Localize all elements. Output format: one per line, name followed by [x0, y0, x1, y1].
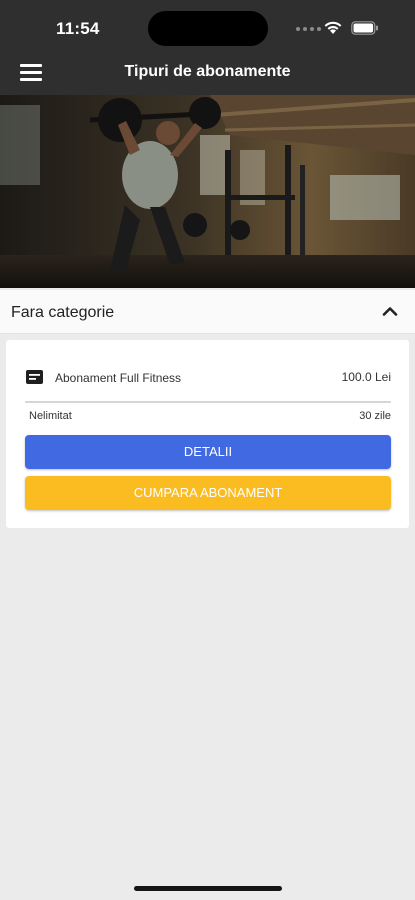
subscription-price: 100.0 Lei: [341, 370, 391, 384]
details-button[interactable]: DETALII: [25, 435, 391, 469]
hero-gym-image: [0, 95, 415, 288]
chevron-up-icon[interactable]: [382, 306, 398, 316]
app-header: 11:54 Tipuri de abonamente: [0, 0, 415, 95]
category-header[interactable]: Fara categorie: [0, 290, 415, 334]
home-indicator[interactable]: [134, 886, 282, 891]
card-divider: [25, 401, 391, 403]
page-title: Tipuri de abonamente: [124, 63, 291, 80]
dynamic-island: [148, 11, 268, 46]
subscription-name: Abonament Full Fitness: [55, 371, 182, 385]
card-icon: [26, 370, 43, 384]
category-title: Fara categorie: [11, 304, 115, 321]
subscription-duration: 30 zile: [359, 410, 391, 422]
buy-subscription-button[interactable]: CUMPARA ABONAMENT: [25, 476, 391, 510]
wifi-icon: [324, 21, 342, 34]
subscription-access: Nelimitat: [29, 410, 72, 422]
cellular-signal-icon: [296, 27, 321, 31]
battery-icon: [351, 21, 378, 35]
status-time: 11:54: [56, 19, 100, 38]
